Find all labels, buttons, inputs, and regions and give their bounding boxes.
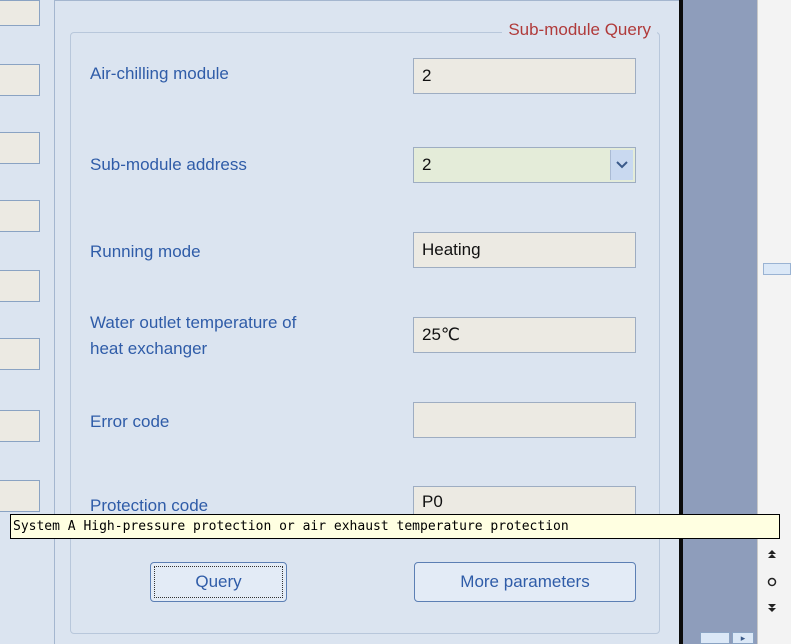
right-panel xyxy=(683,0,757,644)
water-outlet-temp-value: 25℃ xyxy=(422,325,461,344)
water-outlet-temp-label-line1: Water outlet temperature of xyxy=(90,313,297,332)
water-outlet-temp-field[interactable]: 25℃ xyxy=(413,317,636,353)
left-textbox[interactable] xyxy=(0,410,40,442)
left-textbox[interactable] xyxy=(0,270,40,302)
left-textbox[interactable] xyxy=(0,0,40,26)
air-chilling-module-field[interactable]: 2 xyxy=(413,58,636,94)
error-code-label: Error code xyxy=(90,412,170,431)
left-textbox[interactable] xyxy=(0,64,40,96)
protection-code-tooltip: System A High-pressure protection or air… xyxy=(10,514,780,539)
air-chilling-module-label: Air-chilling module xyxy=(90,64,229,83)
horizontal-scroll-track[interactable] xyxy=(700,632,730,644)
scroll-right-button[interactable]: ▸ xyxy=(732,632,754,644)
running-mode-value: Heating xyxy=(422,240,481,259)
sub-module-address-label: Sub-module address xyxy=(90,155,247,174)
left-textbox[interactable] xyxy=(0,200,40,232)
left-divider xyxy=(54,0,55,644)
water-outlet-temp-label-line2: heat exchanger xyxy=(90,339,208,358)
running-mode-field[interactable]: Heating xyxy=(413,232,636,268)
scroll-thumb[interactable] xyxy=(763,263,791,275)
left-textbox[interactable] xyxy=(0,480,40,512)
more-parameters-button-label: More parameters xyxy=(460,572,590,591)
protection-code-field[interactable]: P0 xyxy=(413,486,636,516)
double-down-arrow-icon[interactable] xyxy=(763,600,781,618)
running-mode-label: Running mode xyxy=(90,242,201,261)
sub-module-address-select[interactable]: 2 xyxy=(413,147,636,183)
top-divider xyxy=(54,0,679,1)
left-column xyxy=(0,0,54,644)
air-chilling-module-value: 2 xyxy=(422,66,432,85)
sub-module-address-value: 2 xyxy=(422,155,432,174)
chevron-down-icon[interactable] xyxy=(610,150,633,180)
double-up-arrow-icon[interactable] xyxy=(763,548,781,566)
circle-icon[interactable] xyxy=(763,574,781,592)
groupbox-title: Sub-module Query xyxy=(502,20,657,40)
protection-code-value: P0 xyxy=(422,492,443,511)
query-button[interactable]: Query xyxy=(150,562,287,602)
query-button-label: Query xyxy=(195,572,242,591)
error-code-field[interactable] xyxy=(413,402,636,438)
focus-rect: Query xyxy=(154,566,283,598)
left-textbox[interactable] xyxy=(0,132,40,164)
more-parameters-button[interactable]: More parameters xyxy=(414,562,636,602)
left-textbox[interactable] xyxy=(0,338,40,370)
